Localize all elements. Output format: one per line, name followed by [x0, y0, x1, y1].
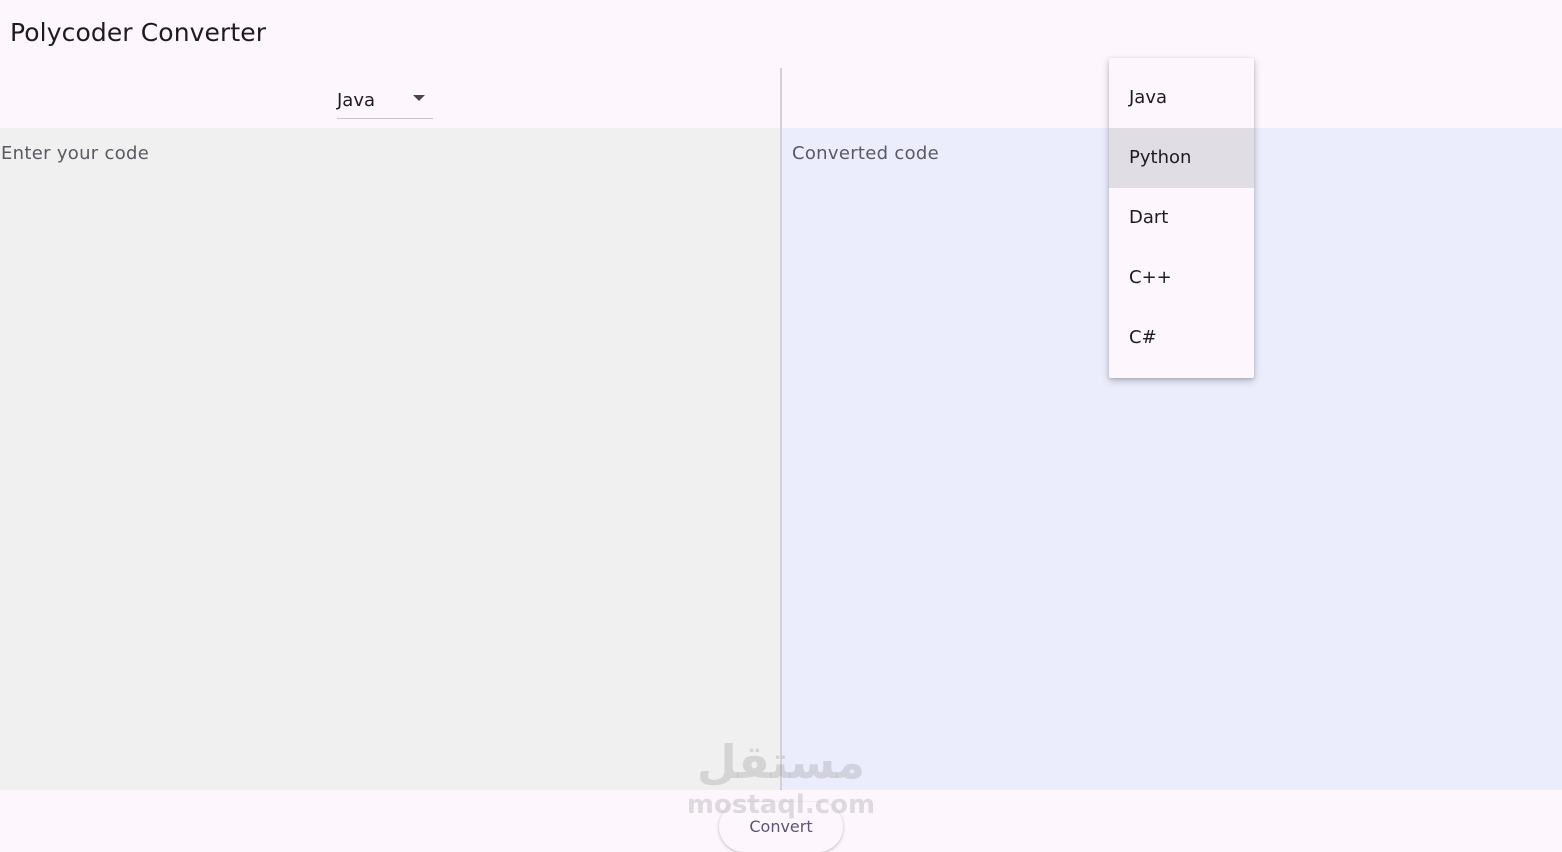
source-language-dropdown[interactable]: Java	[337, 80, 433, 119]
convert-button[interactable]: Convert	[719, 802, 843, 852]
target-language-menu: Java Python Dart C++ C#	[1109, 58, 1254, 378]
menu-item-python[interactable]: Python	[1109, 128, 1254, 188]
menu-item-csharp[interactable]: C#	[1109, 308, 1254, 368]
app-bar: Polycoder Converter	[0, 0, 1562, 68]
caret-down-icon	[413, 95, 425, 101]
source-pane-header: Java	[0, 68, 780, 128]
app-title: Polycoder Converter	[10, 18, 267, 47]
source-code-input[interactable]	[0, 128, 780, 790]
menu-item-java[interactable]: Java	[1109, 68, 1254, 128]
source-language-value: Java	[337, 90, 376, 111]
menu-item-dart[interactable]: Dart	[1109, 188, 1254, 248]
source-pane: Java	[0, 68, 780, 790]
menu-item-cpp[interactable]: C++	[1109, 248, 1254, 308]
